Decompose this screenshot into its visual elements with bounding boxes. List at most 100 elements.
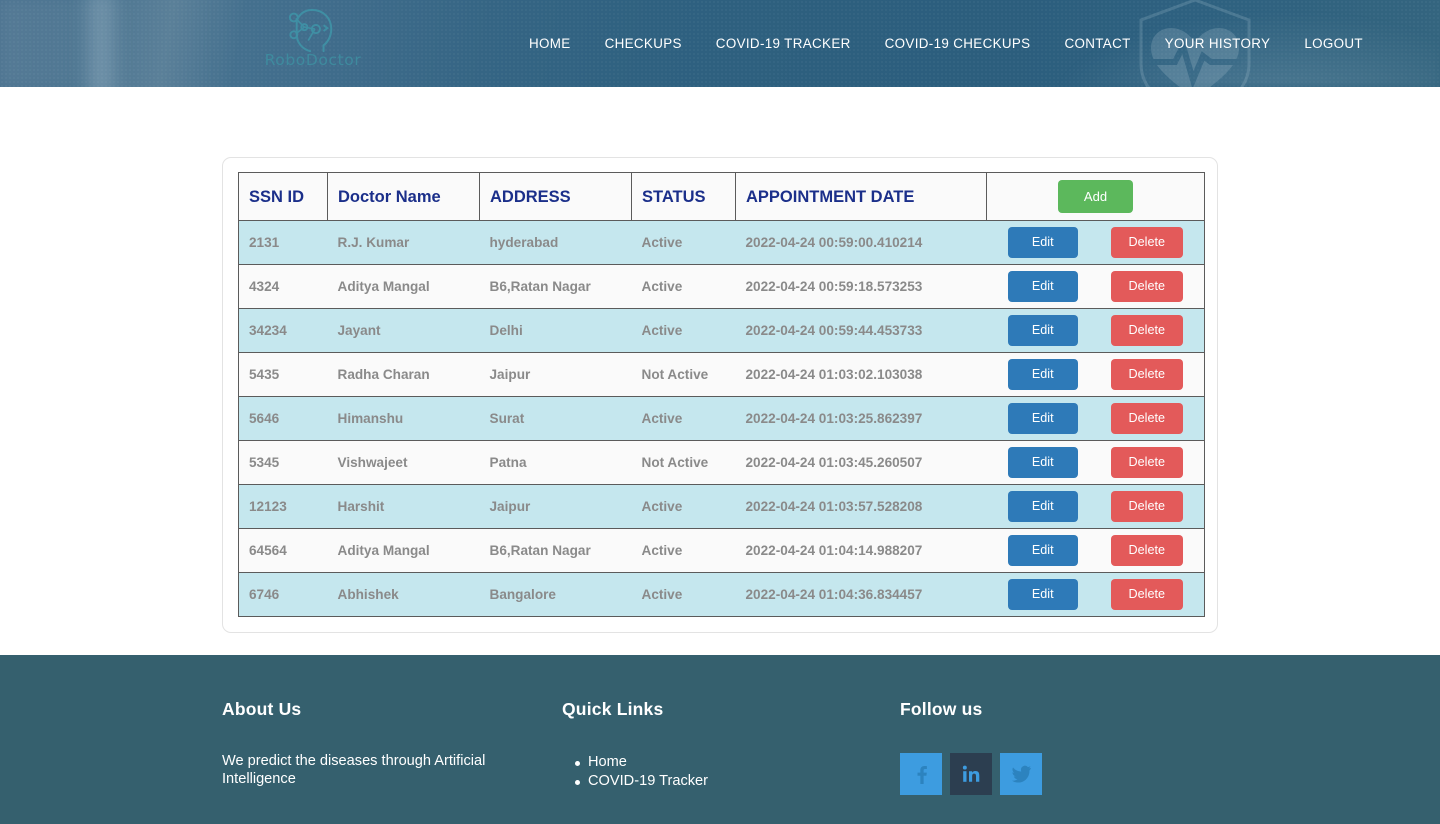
nav-checkups[interactable]: CHECKUPS [588,30,699,57]
cell-ssn-id: 5646 [238,396,328,441]
cell-address: Bangalore [479,572,632,617]
edit-button[interactable]: Edit [1007,315,1078,346]
cell-address: B6,Ratan Nagar [479,264,632,309]
cell-address: Surat [479,396,632,441]
edit-button[interactable]: Edit [1007,271,1078,302]
brand-logo-link[interactable]: RoboDoctor [258,6,368,80]
add-button[interactable]: Add [1057,180,1134,213]
column-header-actions: Add [986,172,1205,221]
cell-doctor-name: Radha Charan [327,352,480,397]
cell-address: B6,Ratan Nagar [479,528,632,573]
header-background-blur-left [0,0,300,87]
footer-quick-links-section: Quick Links Home COVID-19 Tracker [562,699,842,790]
social-twitter[interactable] [1000,753,1042,795]
row-action-buttons: Edit Delete [995,403,1197,434]
edit-button[interactable]: Edit [1007,535,1078,566]
nav-contact[interactable]: CONTACT [1047,30,1147,57]
delete-button[interactable]: Delete [1110,315,1183,346]
cell-status: Not Active [631,440,736,485]
cell-address: Delhi [479,308,632,353]
twitter-icon [1011,765,1031,783]
cell-doctor-name: Harshit [327,484,480,529]
delete-button[interactable]: Delete [1110,403,1183,434]
cell-appointment-date: 2022-04-24 01:03:25.862397 [735,396,987,441]
social-linkedin[interactable] [950,753,992,795]
nav-logout[interactable]: LOGOUT [1287,30,1380,57]
column-header-doctor-name: Doctor Name [327,172,480,221]
cell-ssn-id: 6746 [238,572,328,617]
cell-appointment-date: 2022-04-24 01:03:45.260507 [735,440,987,485]
row-action-buttons: Edit Delete [995,271,1197,302]
cell-doctor-name: Abhishek [327,572,480,617]
cell-address: Jaipur [479,484,632,529]
row-action-buttons: Edit Delete [995,227,1197,258]
delete-button[interactable]: Delete [1110,491,1183,522]
footer-quick-links-list: Home COVID-19 Tracker [562,753,842,790]
cell-status: Active [631,264,736,309]
delete-button[interactable]: Delete [1110,227,1183,258]
edit-button[interactable]: Edit [1007,227,1078,258]
cell-doctor-name: Himanshu [327,396,480,441]
footer-social-section: Follow us [900,699,1200,795]
cell-status: Active [631,528,736,573]
edit-button[interactable]: Edit [1007,491,1078,522]
cell-actions: Edit Delete [986,484,1205,529]
row-action-buttons: Edit Delete [995,447,1197,478]
table-row: 4324 Aditya Mangal B6,Ratan Nagar Active 202… [238,264,1205,309]
table-row: 34234 Jayant Delhi Active 2022-04-24 00:59:4… [238,308,1205,353]
cell-appointment-date: 2022-04-24 01:04:36.834457 [735,572,987,617]
cell-appointment-date: 2022-04-24 00:59:44.453733 [735,308,987,353]
table-head: SSN ID Doctor Name ADDRESS STATUS APPOIN… [238,172,1205,221]
nav-home[interactable]: HOME [512,30,588,57]
brand-name: RoboDoctor [264,51,362,69]
row-action-buttons: Edit Delete [995,579,1197,610]
main-content: SSN ID Doctor Name ADDRESS STATUS APPOIN… [0,87,1440,655]
edit-button[interactable]: Edit [1007,579,1078,610]
column-header-address: ADDRESS [479,172,632,221]
nav-your-history[interactable]: YOUR HISTORY [1148,30,1288,57]
cell-doctor-name: Aditya Mangal [327,528,480,573]
nav-covid-checkups[interactable]: COVID-19 CHECKUPS [868,30,1048,57]
cell-actions: Edit Delete [986,308,1205,353]
cell-appointment-date: 2022-04-24 00:59:00.410214 [735,220,987,265]
appointments-panel: SSN ID Doctor Name ADDRESS STATUS APPOIN… [222,157,1218,633]
footer-link-home[interactable]: Home [588,754,627,770]
delete-button[interactable]: Delete [1110,535,1183,566]
cell-appointment-date: 2022-04-24 01:04:14.988207 [735,528,987,573]
table-row: 6746 Abhishek Bangalore Active 2022-04-24 01… [238,572,1205,617]
cell-ssn-id: 5435 [238,352,328,397]
row-action-buttons: Edit Delete [995,359,1197,390]
edit-button[interactable]: Edit [1007,403,1078,434]
footer-about-section: About Us We predict the diseases through… [222,699,522,789]
cell-actions: Edit Delete [986,440,1205,485]
delete-button[interactable]: Delete [1110,271,1183,302]
cell-doctor-name: R.J. Kumar [327,220,480,265]
cell-ssn-id: 12123 [238,484,328,529]
table-header-row: SSN ID Doctor Name ADDRESS STATUS APPOIN… [238,172,1205,221]
delete-button[interactable]: Delete [1110,359,1183,390]
main-navigation: HOME CHECKUPS COVID-19 TRACKER COVID-19 … [512,0,1380,87]
column-header-ssn-id: SSN ID [238,172,328,221]
footer-link-covid-tracker[interactable]: COVID-19 Tracker [588,773,708,789]
cell-appointment-date: 2022-04-24 01:03:57.528208 [735,484,987,529]
edit-button[interactable]: Edit [1007,447,1078,478]
table-row: 5345 Vishwajeet Patna Not Active 2022-04-24 … [238,440,1205,485]
facebook-icon [917,766,927,784]
cell-actions: Edit Delete [986,528,1205,573]
social-facebook[interactable] [900,753,942,795]
nav-covid-tracker[interactable]: COVID-19 TRACKER [699,30,868,57]
delete-button[interactable]: Delete [1110,447,1183,478]
footer-about-text: We predict the diseases through Artifici… [222,753,486,787]
footer-social-title: Follow us [900,699,983,719]
cell-actions: Edit Delete [986,572,1205,617]
cell-ssn-id: 2131 [238,220,328,265]
cell-doctor-name: Vishwajeet [327,440,480,485]
row-action-buttons: Edit Delete [995,491,1197,522]
site-header: RoboDoctor HOME CHECKUPS COVID-19 TRACKE… [0,0,1440,87]
delete-button[interactable]: Delete [1110,579,1183,610]
cell-status: Active [631,396,736,441]
cell-actions: Edit Delete [986,396,1205,441]
edit-button[interactable]: Edit [1007,359,1078,390]
table-row: 12123 Harshit Jaipur Active 2022-04-24 01:03… [238,484,1205,529]
linkedin-icon [962,765,980,782]
